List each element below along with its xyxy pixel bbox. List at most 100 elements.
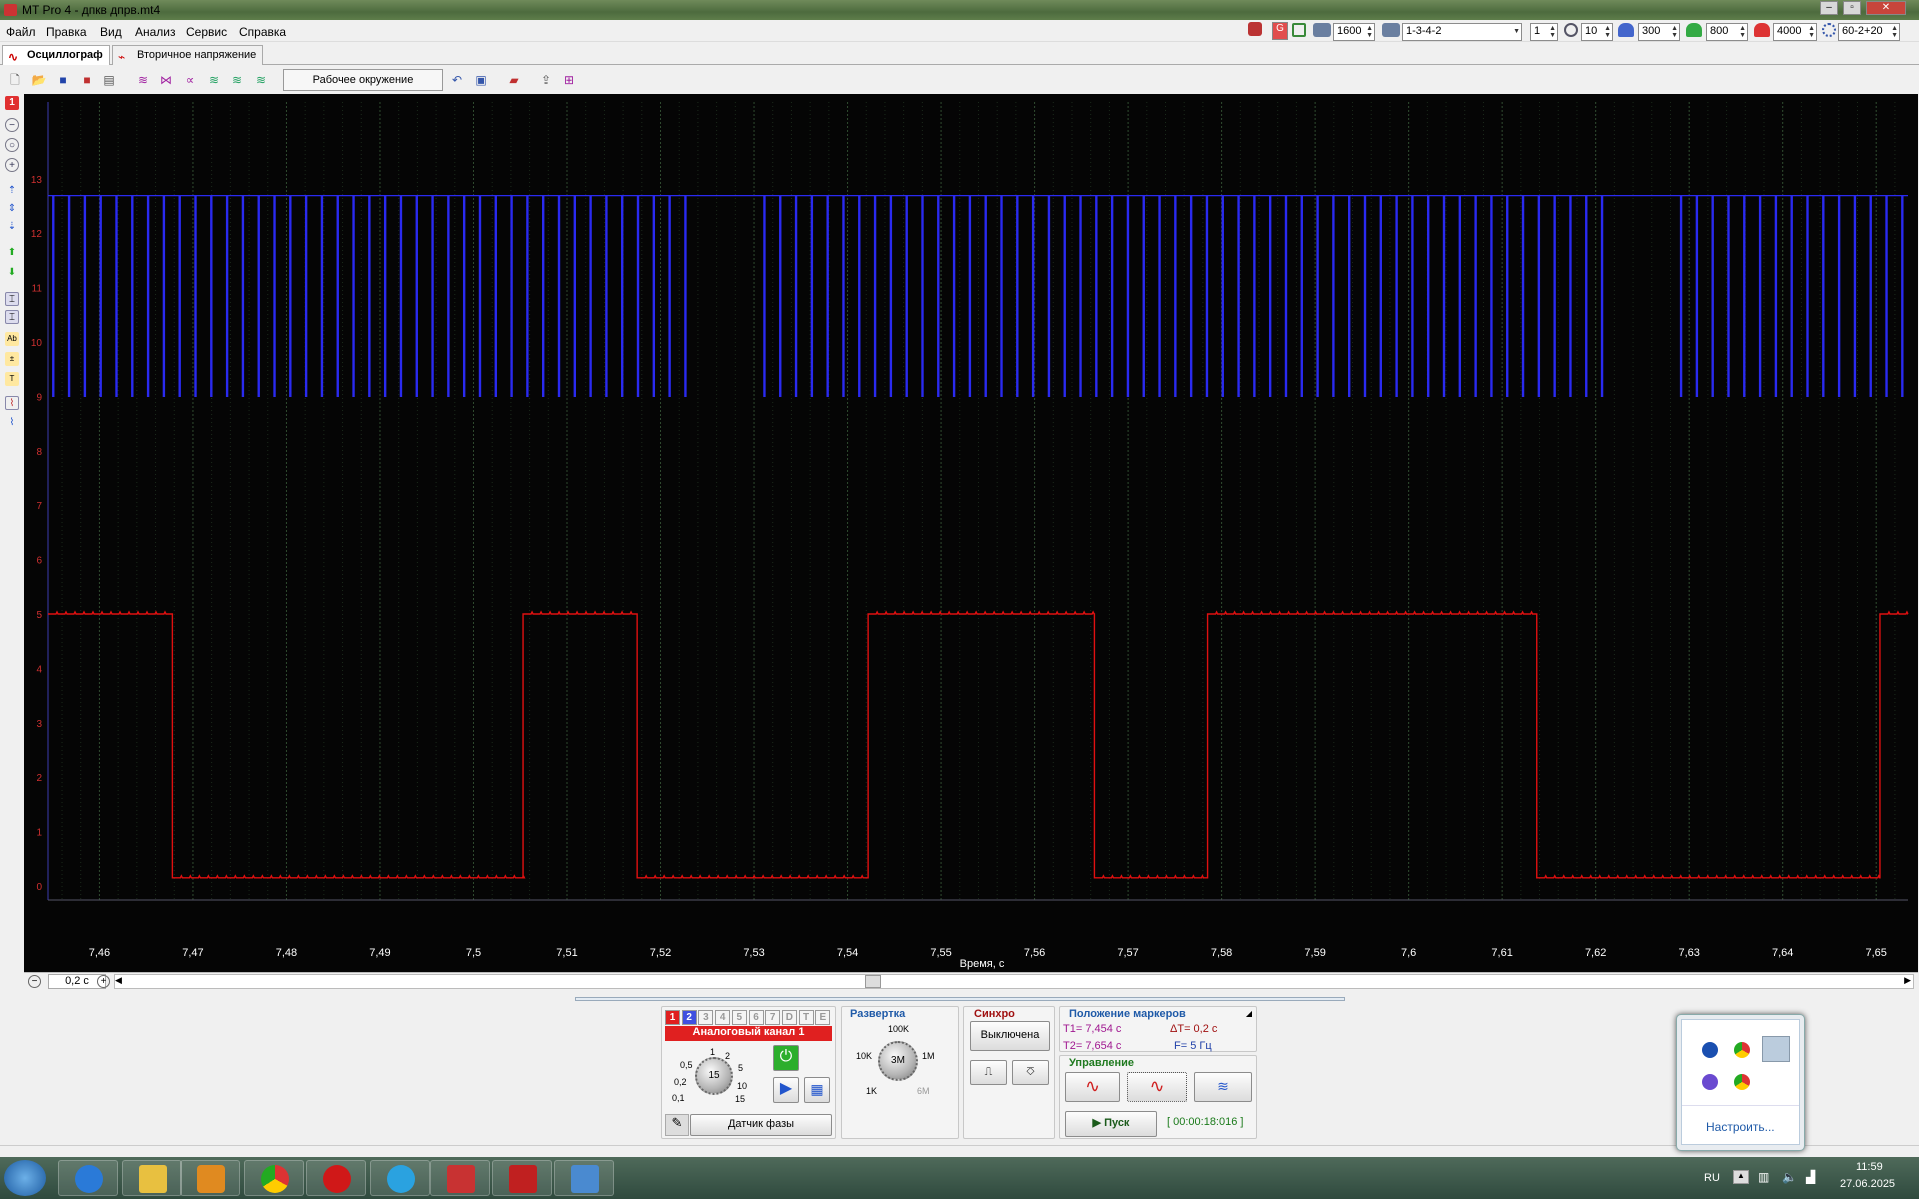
- channel-tab-D[interactable]: D: [781, 1010, 797, 1025]
- scroll-right-icon[interactable]: ▶: [1904, 975, 1911, 986]
- channel-tab-T[interactable]: T: [798, 1010, 814, 1025]
- rpm-input[interactable]: 1600 ▲ ▼: [1333, 23, 1375, 41]
- scale-icon[interactable]: ±: [5, 352, 19, 366]
- timebase-plus-icon[interactable]: +: [97, 975, 110, 988]
- tray-customize-link[interactable]: Настроить...: [1706, 1120, 1775, 1134]
- shift-up-icon[interactable]: ⇡: [5, 184, 19, 198]
- repeat-wave-icon[interactable]: ∿: [1127, 1072, 1187, 1102]
- falling-edge-icon[interactable]: ⎏: [1012, 1060, 1049, 1085]
- taskbar-window[interactable]: [554, 1160, 614, 1196]
- channel-tab-2[interactable]: 2: [681, 1010, 697, 1025]
- menu-view[interactable]: Вид: [100, 25, 122, 39]
- taskbar-pdf[interactable]: [430, 1160, 490, 1196]
- waveform-e-icon[interactable]: ≋: [228, 71, 246, 89]
- menu-service[interactable]: Сервис: [186, 25, 227, 39]
- start-button[interactable]: ▶ Пуск: [1065, 1111, 1157, 1137]
- timebase-minus-icon[interactable]: −: [28, 975, 41, 988]
- shift-mid-icon[interactable]: ⇕: [5, 202, 19, 216]
- volume-icon[interactable]: 🔈: [1782, 1170, 1797, 1184]
- value-a-input[interactable]: 10 ▲ ▼: [1581, 23, 1613, 41]
- pen-tray-icon[interactable]: [1762, 1036, 1790, 1062]
- menu-help[interactable]: Справка: [239, 25, 286, 39]
- channel-tab-1[interactable]: 1: [665, 1010, 680, 1025]
- save-as-icon[interactable]: ■: [78, 71, 96, 89]
- channel-tab-7[interactable]: 7: [765, 1010, 781, 1025]
- viber-icon[interactable]: [1702, 1074, 1718, 1090]
- single-wave-icon[interactable]: ∿: [1065, 1072, 1120, 1102]
- clock-time[interactable]: 11:59: [1856, 1161, 1883, 1173]
- export-icon[interactable]: ⇪: [537, 71, 555, 89]
- chart-a-icon[interactable]: ⌇: [5, 396, 19, 410]
- channel-tab-3[interactable]: 3: [698, 1010, 714, 1025]
- angle-select[interactable]: 60-2+20 ▲ ▼: [1838, 23, 1900, 41]
- g-icon[interactable]: G: [1272, 22, 1288, 40]
- horizontal-scrollbar[interactable]: ◀ ▶: [114, 974, 1914, 989]
- play-icon[interactable]: ▶: [773, 1077, 799, 1103]
- waveform-b-icon[interactable]: ⋈: [157, 71, 175, 89]
- environment-dropdown[interactable]: Рабочее окружение: [283, 69, 443, 91]
- channel-tab-6[interactable]: 6: [748, 1010, 764, 1025]
- zoom-reset-icon[interactable]: ○: [5, 138, 19, 152]
- undo-icon[interactable]: ↶: [448, 71, 466, 89]
- language-indicator[interactable]: RU: [1704, 1172, 1720, 1184]
- print-icon[interactable]: ▤: [100, 71, 118, 89]
- open-folder-icon[interactable]: 📂: [30, 71, 48, 89]
- calculator-icon[interactable]: ▦: [804, 1077, 830, 1103]
- arrow-down-icon[interactable]: ⬇: [5, 266, 19, 280]
- sync-mode-button[interactable]: Выключена: [970, 1021, 1050, 1051]
- signal-icon[interactable]: ▟: [1806, 1170, 1815, 1184]
- tray-expand-icon[interactable]: ▲: [1733, 1170, 1749, 1184]
- value-d-input[interactable]: 4000 ▲ ▼: [1773, 23, 1817, 41]
- channel-tab-4[interactable]: 4: [715, 1010, 731, 1025]
- scroll-thumb[interactable]: [865, 975, 881, 988]
- taskbar-telegram[interactable]: [370, 1160, 430, 1196]
- menu-analysis[interactable]: Анализ: [135, 25, 176, 39]
- oscilloscope-plot[interactable]: 0 1 2 3 4 5 6 7 8 9 10 11 12 13 7,46 7,47 7,48 7,49 7,5 7,…: [24, 94, 1918, 972]
- channel-tab-5[interactable]: 5: [731, 1010, 747, 1025]
- power-button[interactable]: ⏻: [773, 1045, 799, 1071]
- label-icon[interactable]: Ab: [5, 332, 19, 346]
- chart-b-icon[interactable]: ⌇: [5, 416, 19, 430]
- waveform-c-icon[interactable]: ∝: [181, 71, 199, 89]
- new-file-icon[interactable]: 🗋: [6, 71, 24, 89]
- value-icon[interactable]: T: [5, 372, 19, 386]
- rising-edge-icon[interactable]: ⎍: [970, 1060, 1007, 1085]
- chrome-tray-icon[interactable]: [1734, 1074, 1750, 1090]
- arrow-up-icon[interactable]: ⬆: [5, 246, 19, 260]
- shift-down-icon[interactable]: ⇣: [5, 220, 19, 234]
- menu-file[interactable]: Файл: [6, 25, 36, 39]
- taskbar-opera[interactable]: [306, 1160, 366, 1196]
- channel-tab-E[interactable]: E: [815, 1010, 831, 1025]
- splitter[interactable]: [575, 997, 1345, 1001]
- fit-icon[interactable]: ⊞: [560, 71, 578, 89]
- maximize-button[interactable]: ▫: [1843, 1, 1861, 15]
- minimize-button[interactable]: –: [1820, 1, 1838, 15]
- zoom-in-icon[interactable]: +: [5, 158, 19, 172]
- lock-icon[interactable]: [1292, 23, 1306, 37]
- voltage-knob[interactable]: 15: [695, 1057, 733, 1095]
- save-icon[interactable]: ■: [54, 71, 72, 89]
- sweep-knob[interactable]: 3M: [878, 1041, 918, 1081]
- tab-secondary-voltage[interactable]: ⌁ Вторичное напряжение: [112, 45, 264, 65]
- car-tool-icon[interactable]: ▰: [505, 71, 523, 89]
- value-b-input[interactable]: 300 ▲ ▼: [1638, 23, 1680, 41]
- menu-edit[interactable]: Правка: [46, 25, 87, 39]
- taskbar-ie[interactable]: [58, 1160, 118, 1196]
- taskbar-media[interactable]: [180, 1160, 240, 1196]
- bluetooth-icon[interactable]: [1702, 1042, 1718, 1058]
- firing-order-select[interactable]: 1-3-4-2 ▼: [1402, 23, 1522, 41]
- network-icon[interactable]: ▥: [1758, 1170, 1769, 1184]
- taskbar-chrome[interactable]: [244, 1160, 304, 1196]
- close-button[interactable]: ✕: [1866, 1, 1906, 15]
- value-c-input[interactable]: 800 ▲ ▼: [1706, 23, 1748, 41]
- tab-oscilloscope[interactable]: ∿ Осциллограф: [2, 45, 110, 65]
- taskbar-explorer[interactable]: [122, 1160, 182, 1196]
- scroll-left-icon[interactable]: ◀: [115, 975, 122, 986]
- sensor-dropdown[interactable]: Датчик фазы: [690, 1114, 832, 1136]
- waveform-d-icon[interactable]: ≋: [205, 71, 223, 89]
- channel-1-button[interactable]: 1: [5, 96, 19, 110]
- clock-date[interactable]: 27.06.2025: [1840, 1178, 1895, 1190]
- waveform-a-icon[interactable]: ≋: [134, 71, 152, 89]
- waveform-f-icon[interactable]: ≋: [252, 71, 270, 89]
- save-env-icon[interactable]: ▣: [472, 71, 490, 89]
